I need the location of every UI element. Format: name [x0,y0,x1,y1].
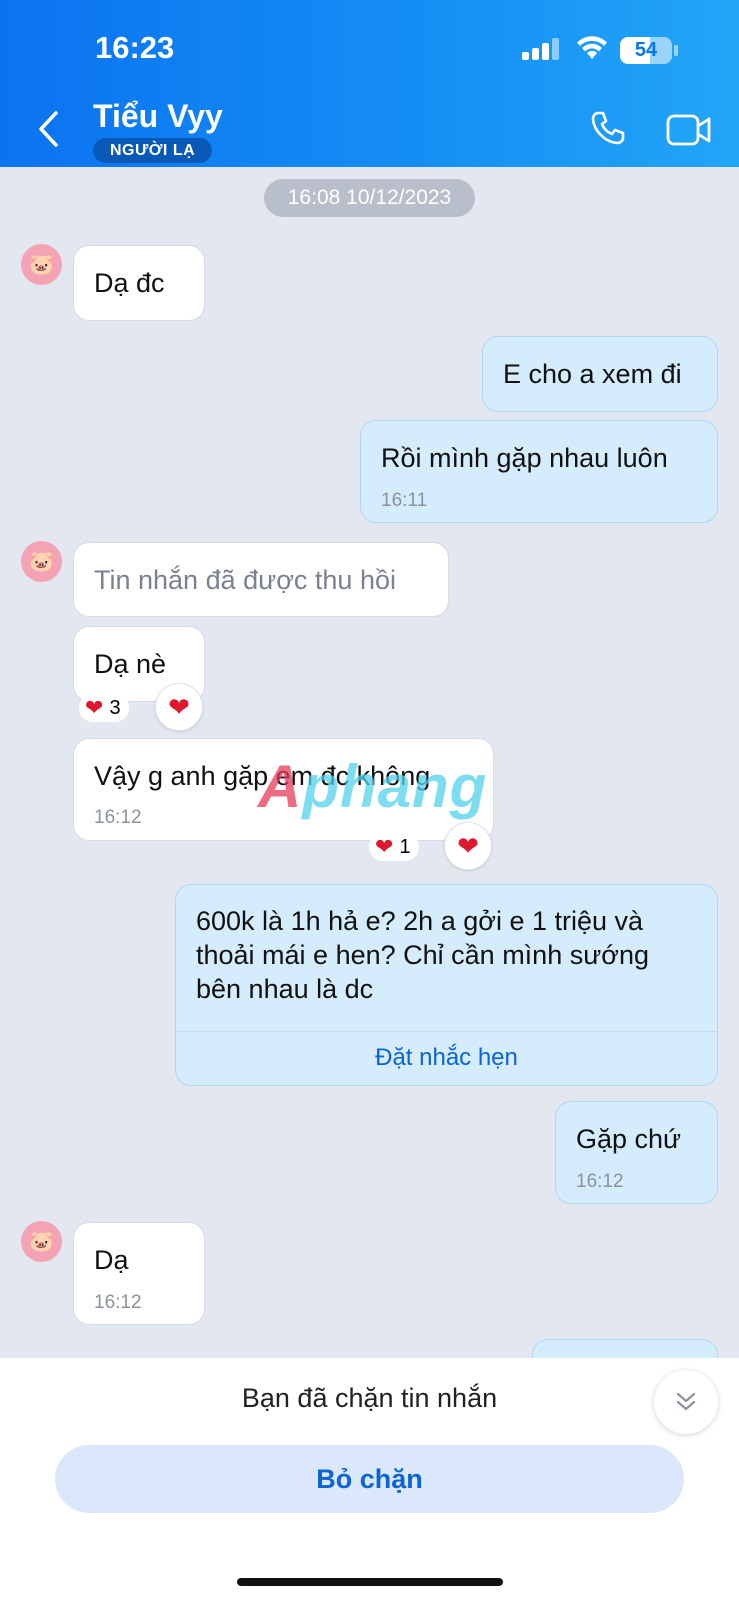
recalled-message[interactable]: Tin nhắn đã được thu hồi [73,542,449,617]
watermark-logo: Aphang [258,753,488,820]
outgoing-message[interactable]: Gặp chứ 16:12 [555,1101,718,1204]
heart-icon: ❤ [375,834,394,859]
message-time: 16:11 [381,490,428,511]
contact-avatar[interactable]: 🐷 [21,541,62,582]
battery-level: 54 [634,39,658,61]
react-heart-button[interactable]: ❤ [155,683,203,731]
message-text: 600k là 1h hả e? 2h a gởi e 1 triệu và t… [196,906,650,1004]
home-indicator[interactable] [237,1578,503,1586]
scroll-to-bottom-button[interactable] [654,1370,718,1434]
heart-icon: ❤ [85,695,104,720]
reaction-count: 3 [109,697,121,719]
message-text: E cho a xem đi [503,359,682,389]
battery-nub [674,45,678,56]
incoming-message[interactable]: Dạ đc [73,245,205,321]
set-reminder-button[interactable]: Đặt nhắc hẹn [176,1031,717,1085]
message-text: Tin nhắn đã được thu hồi [94,565,396,595]
message-time: 16:12 [94,1292,142,1313]
video-call-icon[interactable] [666,113,712,152]
message-text: Dạ đc [94,268,165,298]
outgoing-message[interactable]: Rồi mình gặp nhau luôn 16:11 [360,420,718,523]
message-time: 16:12 [576,1171,624,1192]
wifi-icon [575,34,609,65]
status-time: 16:23 [95,30,175,65]
contact-name[interactable]: Tiểu Vyy [93,98,223,135]
blocked-notice: Bạn đã chặn tin nhắn [241,1383,498,1413]
message-text: Gặp chứ [576,1124,682,1154]
battery-icon: 54 [620,37,672,64]
react-heart-button[interactable]: ❤ [444,822,492,870]
unblock-button[interactable]: Bỏ chặn [55,1445,684,1513]
contact-avatar[interactable]: 🐷 [21,244,62,285]
phone-call-icon[interactable] [590,110,626,151]
date-separator: 16:08 10/12/2023 [264,179,475,217]
back-chevron-icon[interactable] [36,110,60,153]
message-text: Dạ nè [94,649,167,679]
incoming-message[interactable]: Dạ 16:12 [73,1222,205,1325]
cellular-signal-icon [522,38,559,60]
heart-icon: ❤ [457,830,479,861]
reaction-count: 1 [399,836,411,858]
stranger-badge: NGƯỜI LẠ [93,138,213,163]
contact-avatar[interactable]: 🐷 [21,1221,62,1262]
message-time: 16:12 [94,807,142,828]
outgoing-message[interactable]: 600k là 1h hả e? 2h a gởi e 1 triệu và t… [175,884,718,1086]
double-chevron-down-icon [676,1392,696,1411]
outgoing-message[interactable]: E cho a xem đi [482,336,718,412]
reaction-summary[interactable]: ❤ 3 [79,694,129,722]
reaction-summary[interactable]: ❤ 1 [369,833,419,861]
message-text: Rồi mình gặp nhau luôn [381,443,668,473]
message-text: Dạ [94,1245,129,1275]
heart-icon: ❤ [168,691,190,722]
